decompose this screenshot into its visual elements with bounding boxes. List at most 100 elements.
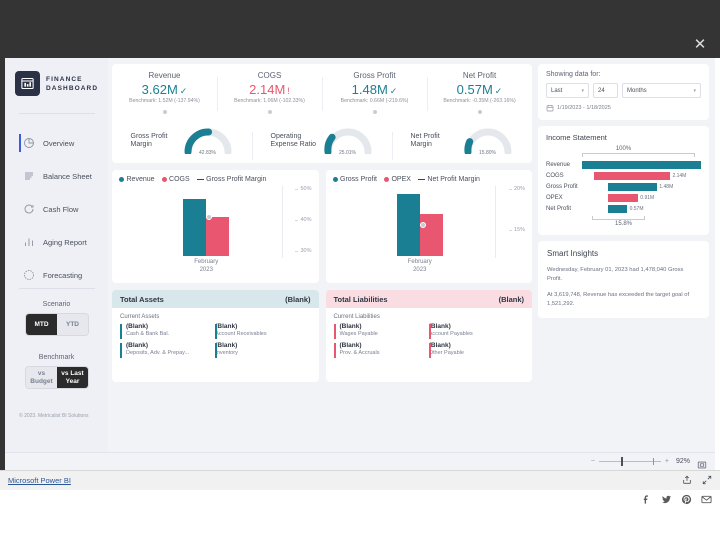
benchmark-toggle[interactable]: vs Budget vs Last Year — [26, 367, 88, 388]
bar-cogs[interactable] — [206, 217, 230, 256]
legend-item-gross-profit[interactable]: Gross Profit — [332, 176, 377, 183]
legend-swatch — [417, 178, 425, 181]
sidebar-nav-list: Overview Balance Sheet Cash Flow Aging R… — [5, 130, 108, 295]
benchmark-option-vs-last-year[interactable]: vs Last Year — [57, 367, 88, 388]
chart-y-axis: 50% 40% 30% — [281, 186, 312, 258]
asset-item[interactable]: (Blank) Inventory — [215, 342, 310, 358]
asset-item[interactable]: (Blank) Cash & Bank Bal. — [120, 323, 215, 339]
gauge-arc: 15.80% — [462, 126, 514, 156]
kpi-card-net-profit[interactable]: Net Profit 0.57M ✓ Benchmark: -0.35M (-26… — [427, 71, 532, 116]
share-icon[interactable] — [682, 472, 692, 490]
chart-gross-profit-opex[interactable]: Gross Profit OPEX Net Profit Margin 20% … — [325, 170, 532, 283]
twitter-icon[interactable] — [661, 494, 672, 505]
sidebar-item-cash-flow[interactable]: Cash Flow — [5, 196, 108, 222]
fullscreen-icon[interactable] — [702, 472, 712, 490]
sidebar-item-label: Overview — [43, 138, 75, 148]
pinterest-icon[interactable] — [681, 494, 692, 505]
row-label: COGS — [546, 172, 564, 179]
gauge-label-line1: Gross Profit — [130, 132, 168, 140]
chart-revenue-cogs[interactable]: Revenue COGS Gross Profit Margin 50% 40%… — [112, 170, 319, 283]
liability-item[interactable]: (Blank) Account Payables — [428, 323, 524, 339]
income-statement-row[interactable]: COGS 2.14M — [546, 170, 701, 181]
liability-item[interactable]: (Blank) Other Payable — [428, 342, 524, 358]
y-tick: 50% — [295, 186, 312, 192]
sidebar-item-overview[interactable]: Overview — [5, 130, 108, 156]
zoom-slider[interactable]: − + — [591, 457, 669, 466]
legend-item-cogs[interactable]: COGS — [161, 176, 190, 183]
scenario-option-ytd[interactable]: YTD — [57, 314, 88, 335]
list-lines-icon — [23, 170, 35, 182]
sidebar-item-forecasting[interactable]: Forecasting — [5, 262, 108, 288]
legend-item-net-profit-margin[interactable]: Net Profit Margin — [417, 176, 480, 183]
scenario-toggle[interactable]: MTD YTD — [26, 314, 88, 335]
row-bar — [608, 182, 657, 191]
date-range-row[interactable]: 1/19/2023 - 1/18/2025 — [546, 104, 701, 112]
kpi-card-revenue[interactable]: Revenue 3.62M ✓ Benchmark: 1.52M (-137.94… — [112, 71, 217, 116]
powerbi-link[interactable]: Microsoft Power BI — [8, 476, 71, 485]
benchmark-option-vs-budget[interactable]: vs Budget — [26, 367, 57, 388]
zoom-out-icon[interactable]: − — [591, 458, 595, 465]
income-statement-row[interactable]: Revenue — [546, 159, 701, 170]
smart-insights-card[interactable]: Smart Insights Wednesday, February 01, 2… — [538, 241, 709, 318]
zoom-track[interactable] — [598, 457, 661, 466]
count-input[interactable]: 24 — [593, 83, 618, 98]
unit-dropdown[interactable]: Months ▾ — [622, 83, 701, 98]
sidebar: FINANCE DASHBOARD Overview Balance Sheet… — [5, 58, 108, 452]
sidebar-item-aging-report[interactable]: Aging Report — [5, 229, 108, 255]
bar-gross-profit[interactable] — [396, 194, 420, 256]
income-statement-row[interactable]: OPEX 0.91M — [546, 192, 701, 203]
kpi-card-cogs[interactable]: COGS 2.14M! Benchmark: 1.06M (-102.33%) — [217, 71, 322, 116]
legend-label: OPEX — [391, 176, 411, 183]
fit-to-page-icon[interactable] — [697, 457, 707, 468]
total-assets-card[interactable]: Total Assets (Blank) Current Assets (Bla… — [112, 290, 319, 382]
liability-item[interactable]: (Blank) Wages Payable — [333, 323, 429, 339]
legend-swatch — [196, 178, 204, 181]
kpi-sparkline-dot — [162, 110, 167, 114]
income-statement-row[interactable]: Net Profit 0.57M — [546, 203, 701, 214]
bar-opex[interactable] — [419, 214, 443, 256]
balance-sheet-row: Total Assets (Blank) Current Assets (Bla… — [112, 290, 532, 382]
liability-item[interactable]: (Blank) Prov. & Accruals — [333, 342, 429, 358]
close-icon[interactable]: ✕ — [692, 37, 708, 53]
sidebar-item-balance-sheet[interactable]: Balance Sheet — [5, 163, 108, 189]
gauge-gross-profit-margin[interactable]: Gross Profit Margin 42.83% — [112, 126, 252, 156]
legend-swatch — [119, 177, 124, 182]
clock-icon — [23, 269, 35, 281]
legend-swatch — [161, 177, 167, 182]
asset-item[interactable]: (Blank) Account Receivables — [215, 323, 310, 339]
chevron-down-icon: ▾ — [581, 87, 584, 94]
report-canvas: FINANCE DASHBOARD Overview Balance Sheet… — [5, 58, 715, 452]
scenario-option-mtd[interactable]: MTD — [26, 314, 57, 335]
liability-name: Other Payable — [428, 350, 464, 356]
line-marker-net-profit-margin[interactable] — [419, 222, 426, 228]
row-bar-area: 1.48M — [582, 182, 701, 191]
window-chrome-top — [0, 0, 720, 32]
total-liabilities-card[interactable]: Total Liabilities (Blank) Current Liabil… — [325, 290, 532, 382]
legend-item-gross-profit-margin[interactable]: Gross Profit Margin — [196, 176, 266, 183]
kpi-sparkline-dot — [267, 110, 272, 114]
range-dropdown[interactable]: Last ▾ — [546, 83, 589, 98]
zoom-in-icon[interactable]: + — [665, 458, 669, 465]
gauge-operating-expense-ratio[interactable]: Operating Expense Ratio 25.01% — [252, 126, 392, 160]
active-indicator — [19, 200, 21, 218]
income-statement-row[interactable]: Gross Profit 1.48M — [546, 181, 701, 192]
total-liabilities-value: (Blank) — [498, 294, 524, 304]
legend-item-revenue[interactable]: Revenue — [119, 176, 155, 183]
asset-item[interactable]: (Blank) Deposits, Adv. & Prepay... — [120, 342, 215, 358]
email-icon[interactable] — [701, 494, 712, 505]
liability-name: Prov. & Accruals — [339, 350, 380, 356]
income-statement-card[interactable]: Income Statement 100% Revenue COGS 2.14M… — [538, 126, 709, 235]
zoom-knob[interactable] — [621, 457, 624, 466]
facebook-icon[interactable] — [641, 494, 652, 505]
y-tick: 20% — [508, 186, 525, 192]
asset-name: Deposits, Adv. & Prepay... — [126, 350, 190, 356]
kpi-card-gross-profit[interactable]: Gross Profit 1.48M ✓ Benchmark: 0.66M (-2… — [322, 71, 427, 116]
chart-plot-area: 50% 40% 30% February 2023 — [119, 186, 312, 274]
legend-label: Gross Profit — [340, 176, 377, 183]
benchmark-opt2-line2: Year — [65, 377, 80, 385]
gauge-net-profit-margin[interactable]: Net Profit Margin 15.80% — [392, 126, 532, 160]
sidebar-item-label: Balance Sheet — [43, 171, 92, 181]
bar-revenue[interactable] — [183, 199, 207, 256]
kpi-value-text: 2.14M — [249, 82, 286, 97]
legend-item-opex[interactable]: OPEX — [383, 176, 411, 183]
